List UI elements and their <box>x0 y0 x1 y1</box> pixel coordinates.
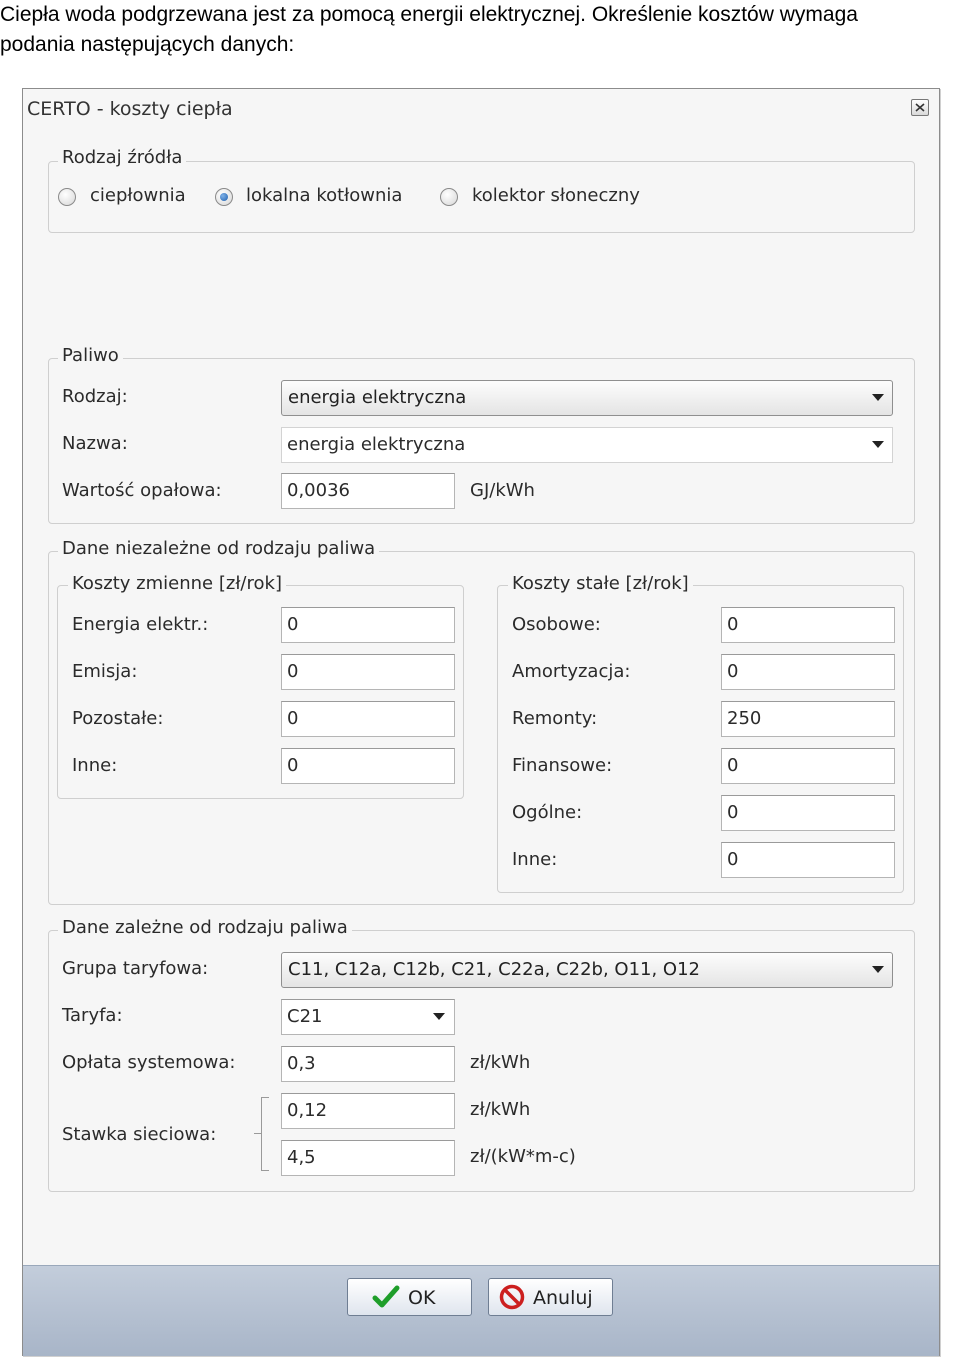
calorific-unit: GJ/kWh <box>470 480 535 501</box>
radio-cieplownia[interactable] <box>58 188 76 206</box>
radio-cieplownia-label[interactable]: ciepłownia <box>90 185 186 206</box>
fuel-name-value: energia elektryczna <box>287 434 466 455</box>
fuel-name-select[interactable]: energia elektryczna <box>281 427 893 463</box>
variable-row-label: Energia elektr.: <box>72 614 209 635</box>
close-button[interactable] <box>911 99 929 116</box>
variable-row-label: Emisja: <box>72 661 138 682</box>
radio-lokalna-kotlownia-label[interactable]: lokalna kotłownia <box>246 185 402 206</box>
fixed-row-input[interactable]: 0 <box>721 842 895 878</box>
fixed-row-label: Remonty: <box>512 708 598 729</box>
radio-lokalna-kotlownia[interactable] <box>215 188 233 206</box>
source-legend: Rodzaj źródła <box>58 147 187 168</box>
chevron-down-icon <box>433 1013 445 1020</box>
check-icon <box>372 1285 400 1308</box>
network-rate-bracket <box>261 1097 269 1171</box>
window-title: CERTO - koszty ciepła <box>27 98 233 120</box>
network-rate-input-2[interactable]: 4,5 <box>281 1140 455 1176</box>
intro-text: Ciepła woda podgrzewana jest za pomocą e… <box>0 0 960 60</box>
ok-button-label: OK <box>408 1287 436 1309</box>
ok-button[interactable]: OK <box>347 1278 472 1316</box>
radio-kolektor-sloneczny-label[interactable]: kolektor słoneczny <box>472 185 640 206</box>
intro-line-2: podania następujących danych: <box>0 33 295 56</box>
variable-row-input[interactable]: 0 <box>281 748 455 784</box>
system-fee-unit: zł/kWh <box>470 1052 531 1073</box>
network-rate-unit-1: zł/kWh <box>470 1099 531 1120</box>
variable-row-input[interactable]: 0 <box>281 654 455 690</box>
variable-row-input[interactable]: 0 <box>281 607 455 643</box>
fixed-row-input[interactable]: 0 <box>721 748 895 784</box>
tariff-label: Taryfa: <box>62 1005 123 1026</box>
intro-line-1: Ciepła woda podgrzewana jest za pomocą e… <box>0 3 858 26</box>
tariff-group-select[interactable]: C11, C12a, C12b, C21, C22a, C22b, O11, O… <box>281 952 893 988</box>
fixed-row-input[interactable]: 0 <box>721 795 895 831</box>
independent-legend: Dane niezależne od rodzaju paliwa <box>58 538 380 559</box>
fuel-legend: Paliwo <box>58 345 123 366</box>
tariff-value: C21 <box>287 1006 323 1027</box>
dialog-window: CERTO - koszty ciepła Rodzaj źródła ciep… <box>22 88 940 1356</box>
fixed-row-input[interactable]: 0 <box>721 654 895 690</box>
fixed-costs-legend: Koszty stałe [zł/rok] <box>508 573 693 594</box>
tariff-group-value: C11, C12a, C12b, C21, C22a, C22b, O11, O… <box>288 959 700 980</box>
fixed-row-input[interactable]: 0 <box>721 607 895 643</box>
network-rate-bracket-tick <box>254 1133 261 1134</box>
variable-row-label: Inne: <box>72 755 118 776</box>
fuel-name-label: Nazwa: <box>62 433 128 454</box>
tariff-select[interactable]: C21 <box>281 999 455 1035</box>
tariff-group-label: Grupa taryfowa: <box>62 958 209 979</box>
fuel-type-label: Rodzaj: <box>62 386 128 407</box>
fixed-row-label: Finansowe: <box>512 755 613 776</box>
cancel-button[interactable]: Anuluj <box>488 1278 613 1316</box>
close-icon <box>915 103 925 112</box>
network-rate-input-1[interactable]: 0,12 <box>281 1093 455 1129</box>
cancel-icon <box>499 1284 525 1310</box>
calorific-label: Wartość opałowa: <box>62 480 222 501</box>
dependent-legend: Dane zależne od rodzaju paliwa <box>58 917 352 938</box>
chevron-down-icon <box>872 394 884 401</box>
fuel-type-value: energia elektryczna <box>288 387 467 408</box>
title-bar: CERTO - koszty ciepła <box>23 89 939 127</box>
cancel-button-label: Anuluj <box>533 1287 593 1309</box>
fixed-row-label: Inne: <box>512 849 558 870</box>
radio-kolektor-sloneczny[interactable] <box>440 188 458 206</box>
fixed-row-label: Amortyzacja: <box>512 661 631 682</box>
variable-row-input[interactable]: 0 <box>281 701 455 737</box>
network-rate-label: Stawka sieciowa: <box>62 1124 217 1145</box>
network-rate-unit-2: zł/(kW*m-c) <box>470 1146 576 1167</box>
calorific-input[interactable]: 0,0036 <box>281 473 455 509</box>
chevron-down-icon <box>872 966 884 973</box>
fuel-type-select[interactable]: energia elektryczna <box>281 380 893 416</box>
fixed-row-input[interactable]: 250 <box>721 701 895 737</box>
chevron-down-icon <box>872 441 884 448</box>
dialog-footer: OK Anuluj <box>23 1265 939 1356</box>
variable-row-label: Pozostałe: <box>72 708 164 729</box>
variable-costs-legend: Koszty zmienne [zł/rok] <box>68 573 286 594</box>
fixed-row-label: Osobowe: <box>512 614 601 635</box>
system-fee-input[interactable]: 0,3 <box>281 1046 455 1082</box>
fixed-row-label: Ogólne: <box>512 802 583 823</box>
system-fee-label: Opłata systemowa: <box>62 1052 236 1073</box>
